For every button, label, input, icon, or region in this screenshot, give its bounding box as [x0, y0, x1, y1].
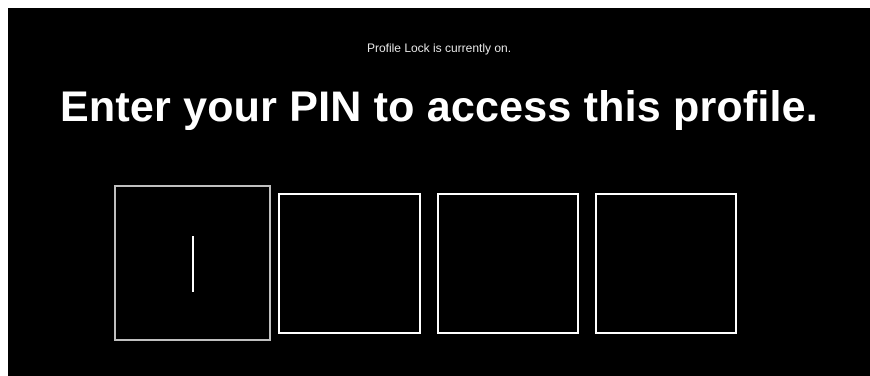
pin-digit-2-input[interactable] — [278, 193, 421, 334]
pin-prompt-title: Enter your PIN to access this profile. — [60, 83, 818, 131]
pin-digit-4-input[interactable] — [595, 193, 737, 334]
profile-lock-screen: Profile Lock is currently on. Enter your… — [8, 8, 870, 376]
pin-digit-1-input[interactable] — [114, 185, 271, 341]
pin-digit-3-input[interactable] — [437, 193, 579, 334]
text-caret — [192, 236, 194, 292]
profile-lock-status-text: Profile Lock is currently on. — [366, 41, 512, 55]
